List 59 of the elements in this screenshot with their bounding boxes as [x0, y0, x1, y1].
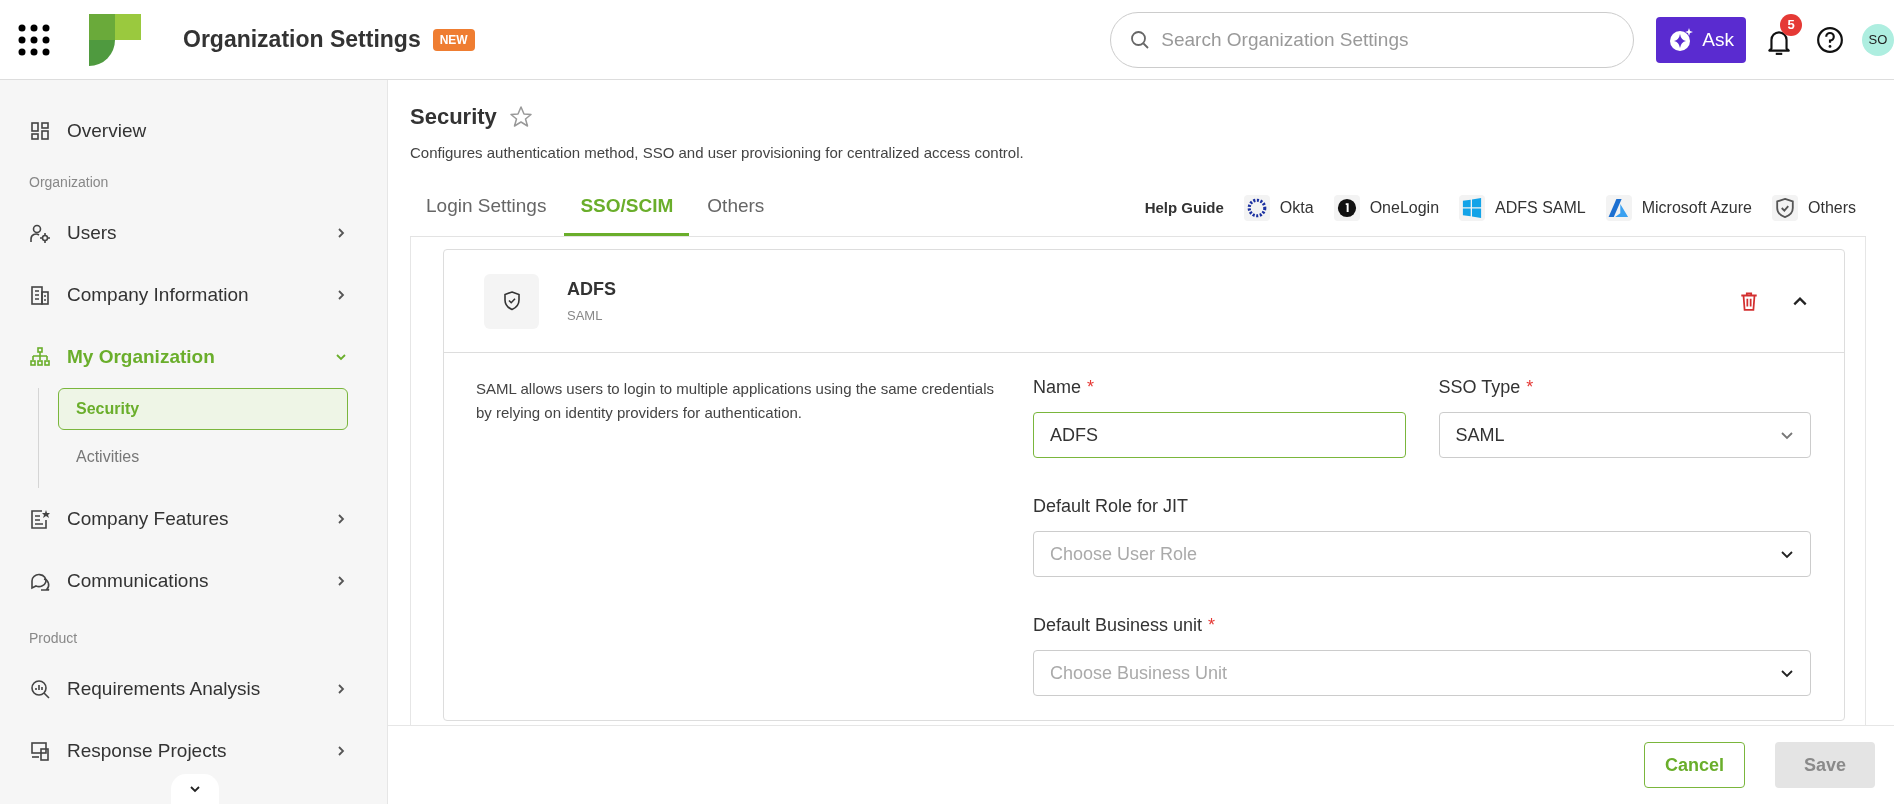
sunburst-icon	[1243, 194, 1270, 221]
number-one-icon	[1333, 194, 1360, 221]
help-guide-link[interactable]: OneLogin	[1333, 194, 1440, 221]
shield-icon	[1772, 194, 1798, 221]
required-mark: *	[1208, 615, 1216, 636]
field-label: SSO Type	[1438, 377, 1521, 398]
apps-grid-icon[interactable]	[18, 23, 50, 56]
user-avatar[interactable]: SO	[1862, 23, 1894, 56]
users-icon	[29, 222, 51, 244]
overview-icon	[29, 120, 51, 142]
features-icon	[29, 508, 51, 530]
sidebar-item[interactable]: Users	[0, 202, 387, 264]
field-label: Name	[1033, 377, 1081, 398]
windows-icon	[1459, 194, 1486, 221]
sidebar-section-label: Organization	[28, 173, 110, 192]
name-input[interactable]: ADFS	[1033, 412, 1406, 458]
page-title: Security	[410, 104, 497, 130]
required-mark: *	[1087, 377, 1095, 398]
help-icon[interactable]	[1816, 25, 1844, 54]
letter-a-icon	[1605, 194, 1632, 221]
notification-badge: 5	[1780, 13, 1802, 36]
help-guide-label: Help Guide	[1144, 199, 1224, 216]
sidebar-item[interactable]: Overview	[0, 106, 387, 156]
tab[interactable]: Login Settings	[410, 179, 563, 236]
sidebar-item[interactable]: Requirements Analysis	[0, 658, 387, 720]
sidebar-subitem[interactable]: Activities	[58, 436, 348, 478]
projects-icon	[29, 740, 51, 762]
star-icon[interactable]	[508, 105, 533, 129]
tab[interactable]: Others	[691, 179, 781, 236]
card-subtitle: SAML	[567, 308, 604, 323]
logo-icon	[89, 13, 141, 66]
sidebar-section-label: Product	[28, 629, 79, 648]
help-guide-link[interactable]: Microsoft Azure	[1605, 194, 1752, 221]
sidebar-item[interactable]: Response Projects	[0, 720, 387, 782]
required-mark: *	[1526, 377, 1534, 398]
help-guide-link[interactable]: Okta	[1243, 194, 1314, 221]
shield-icon	[484, 273, 539, 329]
field-label: Default Role for JIT	[1033, 496, 1189, 517]
chevron-icon	[189, 783, 201, 795]
building-icon	[29, 284, 51, 306]
field-label: Default Business unit	[1033, 615, 1203, 636]
sparkle-icon	[1668, 26, 1695, 53]
search-icon	[1130, 29, 1151, 50]
org-icon	[29, 346, 51, 368]
sidebar-item[interactable]: Company Features	[0, 488, 387, 550]
analysis-icon	[29, 678, 51, 700]
ask-button[interactable]: Ask	[1656, 16, 1746, 63]
sidebar-item[interactable]: Company Information	[0, 264, 387, 326]
search-field[interactable]: Search Organization Settings	[1110, 11, 1635, 68]
page-description: Configures authentication method, SSO and user provisioning for centralized access control.	[410, 144, 1025, 161]
new-badge: NEW	[432, 28, 475, 51]
help-guide-link[interactable]: Others	[1772, 194, 1856, 221]
sidebar-item[interactable]: Communications	[0, 550, 387, 612]
card-title: ADFS	[567, 279, 616, 300]
card-description: SAML allows users to login to multiple applications using the same credentials by relying on identity providers for authentication.	[476, 379, 996, 423]
dropdown-field[interactable]: SAML	[1438, 412, 1811, 458]
trash-icon[interactable]	[1738, 290, 1760, 312]
app-title: Organization Settings	[183, 26, 421, 53]
help-guide-link[interactable]: ADFS SAML	[1459, 194, 1586, 221]
